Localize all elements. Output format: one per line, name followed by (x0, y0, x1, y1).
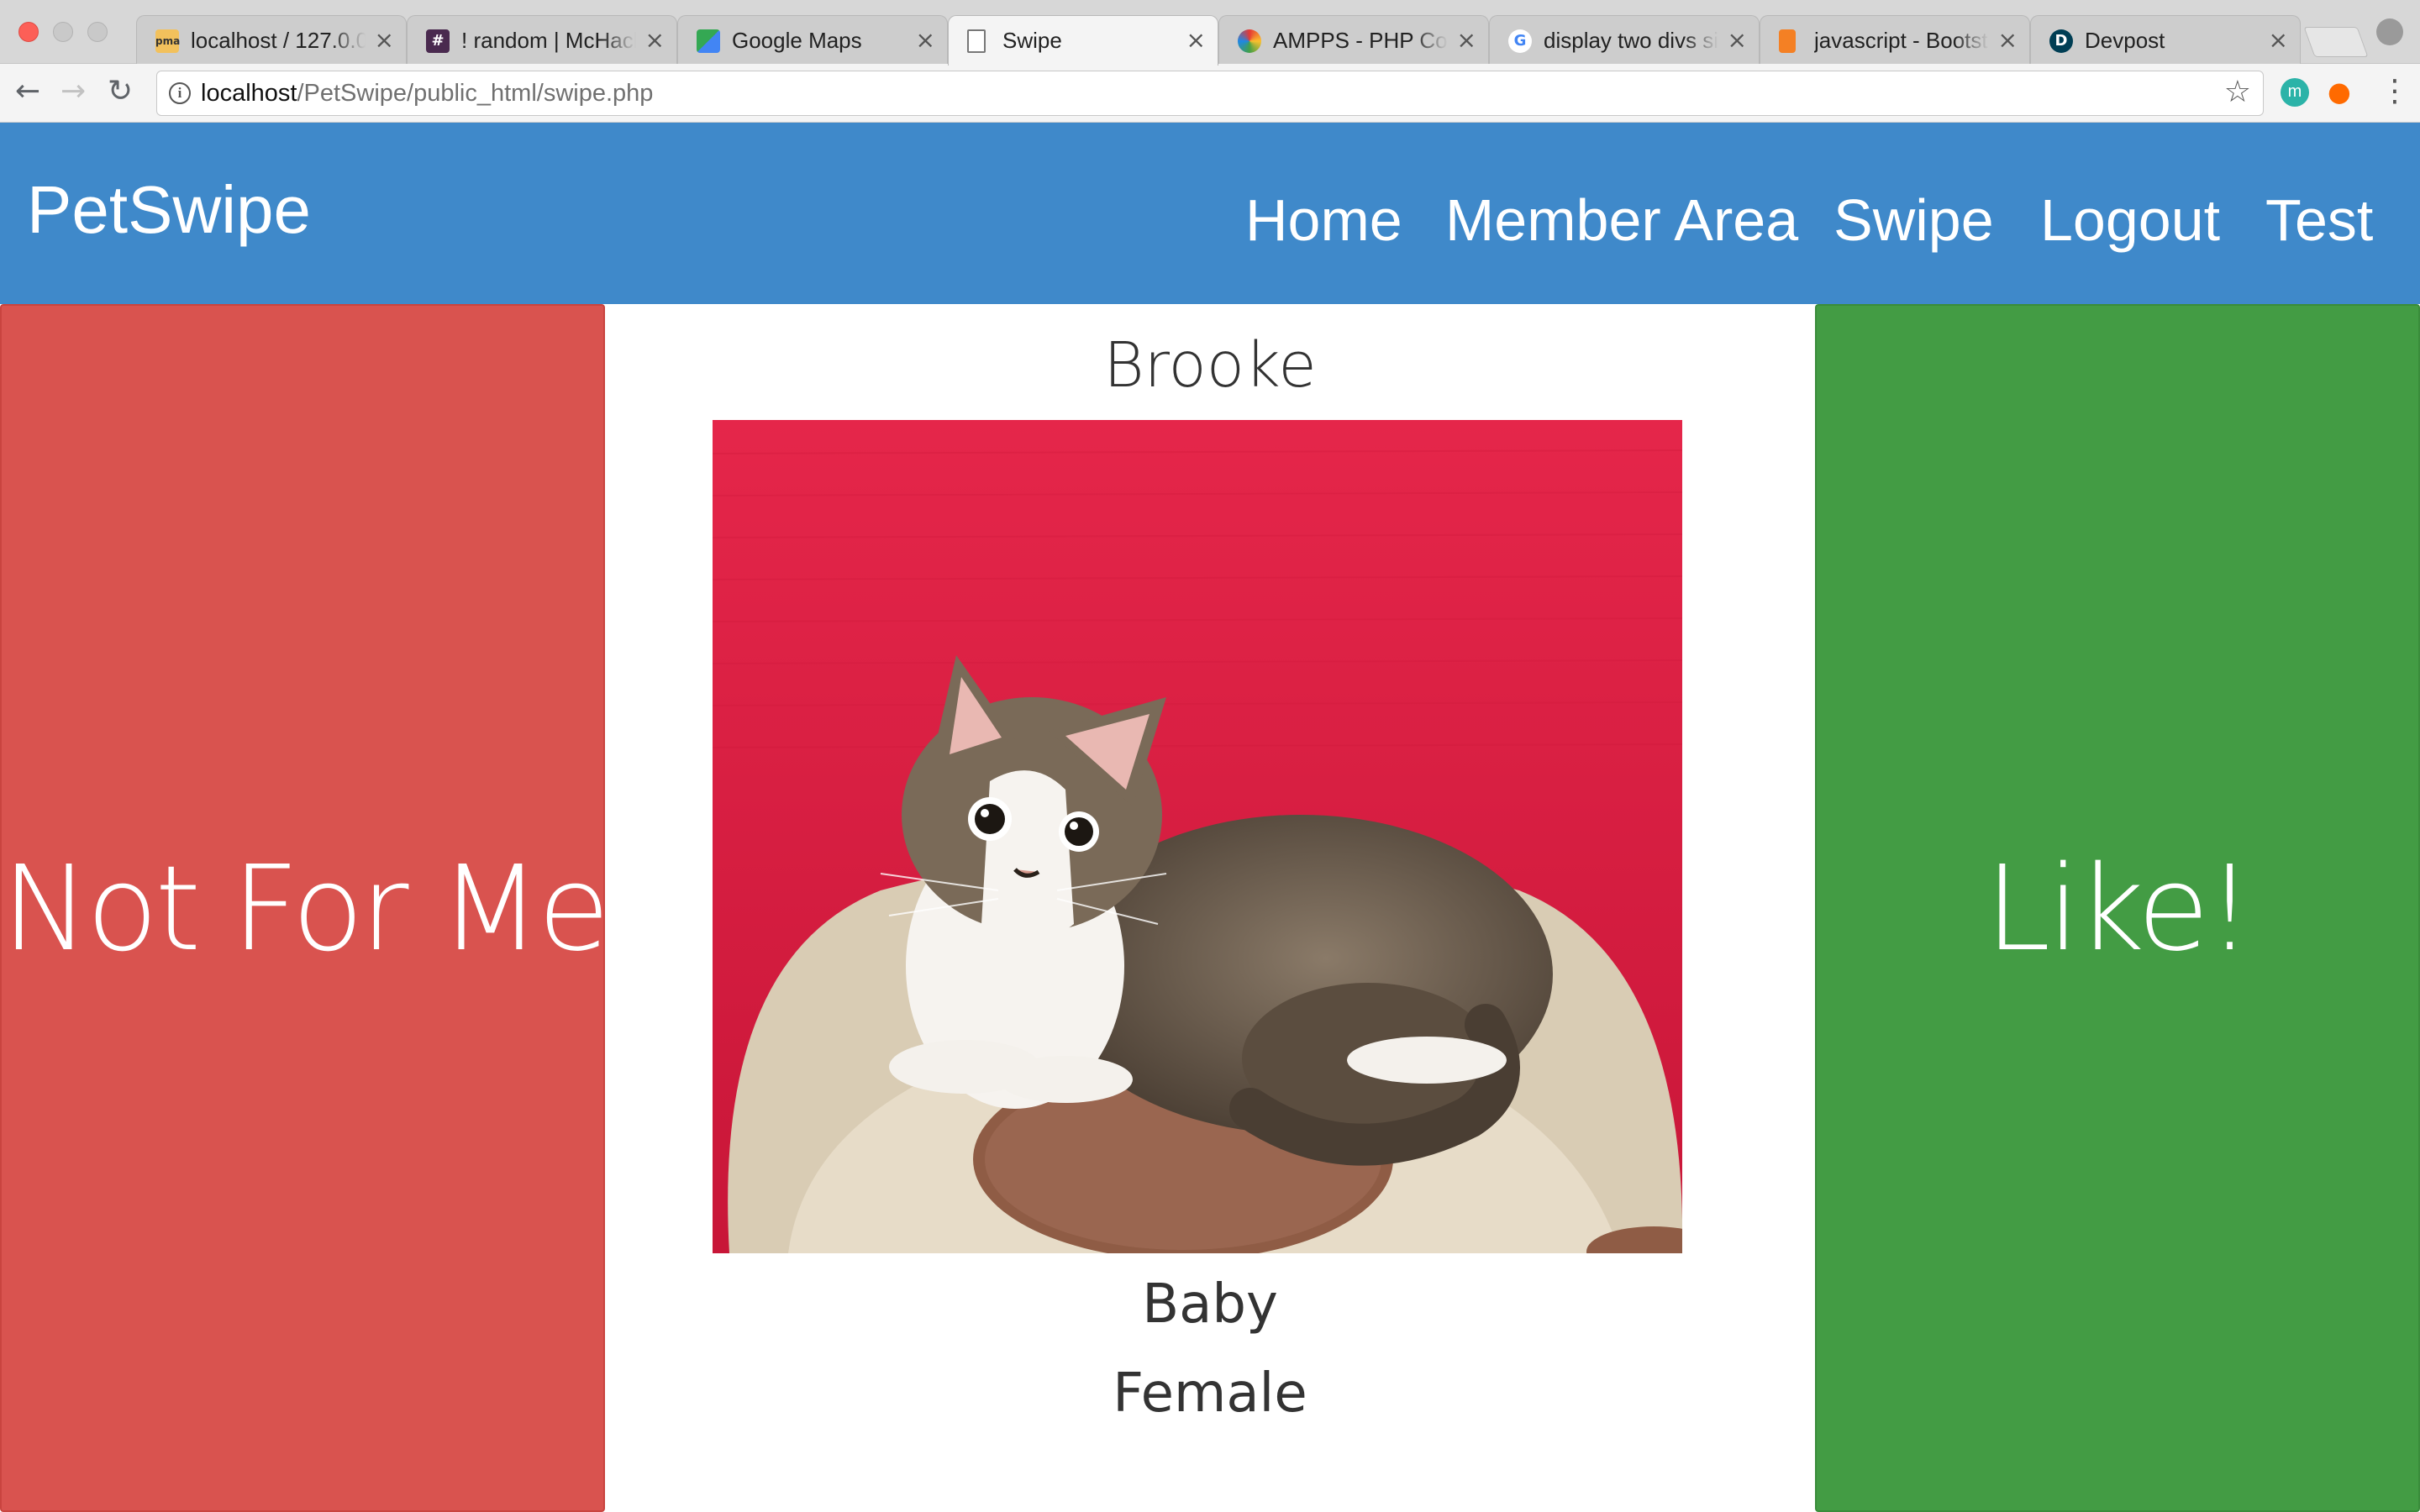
like-label: Like! (1985, 841, 2253, 978)
tab-title: Swipe (1002, 28, 1062, 53)
forward-arrow-icon[interactable]: → (60, 74, 86, 108)
site-brand[interactable]: PetSwipe (27, 171, 311, 249)
page-icon (967, 29, 986, 53)
close-tab-icon[interactable]: × (645, 26, 665, 54)
tab-ampps[interactable]: AMPPS - PHP Control × (1218, 15, 1489, 64)
close-tab-icon[interactable]: × (375, 26, 394, 54)
pet-photo (713, 420, 1682, 1253)
phpmyadmin-icon: pma (155, 29, 180, 53)
tab-google-maps[interactable]: Google Maps × (677, 15, 948, 64)
profile-icon[interactable] (2376, 18, 2403, 45)
tab-stackoverflow[interactable]: javascript - Bootstrap × (1760, 15, 2030, 64)
page-content: PetSwipe Home Member Area Swipe Logout T… (0, 123, 2420, 1512)
pet-age: Baby (1142, 1273, 1278, 1336)
nav-link-logout[interactable]: Logout (2040, 186, 2220, 254)
tab-title: ! random | McHacks (461, 28, 636, 53)
tab-phpmyadmin[interactable]: pma localhost / 127.0.0.1 × (136, 15, 407, 64)
close-tab-icon[interactable]: × (1186, 26, 1206, 54)
nav-link-member-area[interactable]: Member Area (1445, 186, 1798, 254)
tab-title: AMPPS - PHP Control (1273, 28, 1448, 53)
tab-swipe[interactable]: Swipe × (948, 15, 1218, 66)
extension-icon[interactable]: m (2281, 78, 2309, 107)
not-for-me-label: Not For Me (2, 841, 610, 978)
window-minimize-button[interactable] (53, 22, 73, 42)
close-tab-icon[interactable]: × (1998, 26, 2018, 54)
back-arrow-icon[interactable]: ← (15, 74, 40, 108)
url-host: localhost (201, 80, 297, 107)
not-for-me-button[interactable]: Not For Me (0, 304, 610, 1512)
reload-icon[interactable]: ↻ (108, 74, 133, 108)
tab-google-search[interactable]: G display two divs side × (1489, 15, 1760, 64)
ampps-icon (1238, 29, 1261, 53)
tab-title: localhost / 127.0.0.1 (191, 28, 366, 53)
fire-extension-icon[interactable]: ● (2328, 76, 2351, 108)
pet-sex: Female (1113, 1362, 1307, 1425)
slack-icon: # (426, 29, 450, 53)
tab-strip: pma localhost / 127.0.0.1 × # ! random |… (0, 0, 2420, 66)
pet-name: Brooke (1103, 329, 1317, 402)
browser-toolbar: ← → ↻ i localhost/PetSwipe/public_html/s… (0, 64, 2420, 123)
tab-title: Google Maps (732, 28, 862, 53)
devpost-icon: D (2049, 29, 2073, 53)
maps-icon (697, 29, 720, 53)
browser-chrome: pma localhost / 127.0.0.1 × # ! random |… (0, 0, 2420, 123)
close-tab-icon[interactable]: × (1728, 26, 1747, 54)
window-maximize-button[interactable] (87, 22, 108, 42)
stackoverflow-icon (1779, 29, 1796, 53)
close-tab-icon[interactable]: × (916, 26, 935, 54)
tab-title: Devpost (2085, 28, 2165, 53)
google-icon: G (1508, 29, 1532, 53)
window-close-button[interactable] (18, 22, 39, 42)
tab-title: display two divs side (1544, 28, 1718, 53)
cat-photo-illustration (713, 420, 1682, 1253)
tab-devpost[interactable]: D Devpost × (2030, 15, 2301, 64)
info-icon[interactable]: i (169, 82, 191, 104)
nav-link-test[interactable]: Test (2265, 186, 2373, 254)
nav-link-swipe[interactable]: Swipe (1833, 186, 1994, 254)
address-bar[interactable]: i localhost/PetSwipe/public_html/swipe.p… (156, 71, 2264, 116)
bookmark-star-icon[interactable]: ☆ (2224, 75, 2251, 109)
url-path: /PetSwipe/public_html/swipe.php (297, 80, 654, 107)
like-button[interactable]: Like! (1815, 304, 2420, 1512)
nav-link-home[interactable]: Home (1245, 186, 1402, 254)
menu-kebab-icon[interactable]: ⋮ (2380, 74, 2410, 108)
close-tab-icon[interactable]: × (2269, 26, 2288, 54)
new-tab-button[interactable] (2303, 27, 2369, 57)
tab-title: javascript - Bootstrap (1814, 28, 1989, 53)
tab-slack[interactable]: # ! random | McHacks × (407, 15, 677, 64)
url-text[interactable]: localhost/PetSwipe/public_html/swipe.php (201, 80, 653, 108)
site-navbar: PetSwipe Home Member Area Swipe Logout T… (0, 123, 2420, 304)
close-tab-icon[interactable]: × (1457, 26, 1476, 54)
